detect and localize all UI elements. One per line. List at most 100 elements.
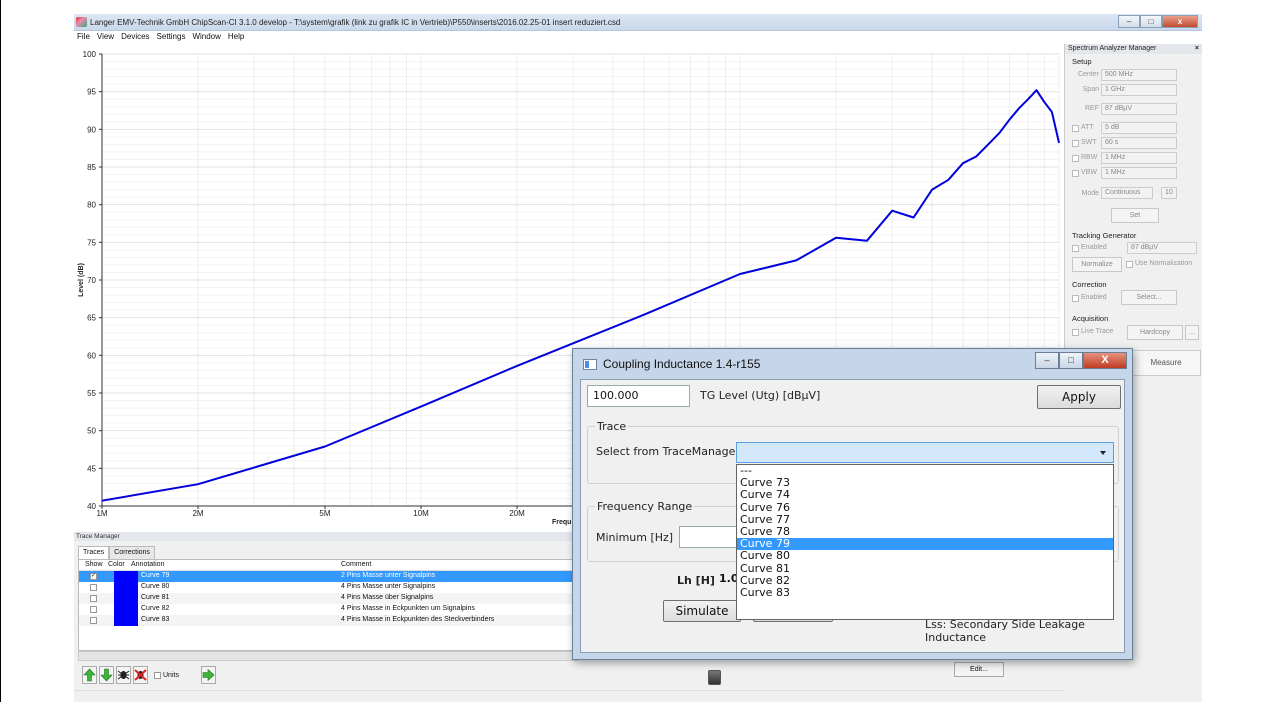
dropdown-option[interactable]: Curve 77 — [737, 513, 1113, 526]
tg-level-field[interactable]: 87 dBµV — [1127, 242, 1197, 254]
color-swatch[interactable] — [114, 615, 138, 626]
x-tick-label: 10M — [413, 509, 429, 518]
show-checkbox[interactable] — [90, 606, 97, 613]
units-checkbox[interactable] — [154, 671, 161, 679]
menu-file[interactable]: File — [77, 31, 90, 43]
y-tick-label: 70 — [87, 276, 96, 285]
vbw-field[interactable]: 1 MHz — [1101, 167, 1177, 179]
move-up-icon[interactable] — [82, 666, 97, 684]
color-swatch[interactable] — [114, 582, 138, 593]
mode-count-field[interactable]: 10 — [1161, 187, 1177, 199]
horizontal-scrollbar[interactable] — [78, 651, 578, 661]
menu-view[interactable]: View — [97, 31, 114, 43]
mode-select[interactable]: Continuous — [1101, 187, 1153, 199]
col-show[interactable]: Show — [85, 561, 103, 568]
center-field[interactable]: 500 MHz — [1101, 69, 1177, 81]
acquisition-heading: Acquisition — [1072, 314, 1109, 323]
rbw-field[interactable]: 1 MHz — [1101, 152, 1177, 164]
comment-cell: 2 Pins Masse unter Signalpins — [341, 572, 436, 579]
select-button[interactable]: Select... — [1121, 290, 1177, 305]
show-checkbox[interactable] — [90, 617, 97, 624]
tg-level-input[interactable]: 100.000 — [587, 385, 690, 407]
tracking-generator-heading: Tracking Generator — [1072, 231, 1137, 240]
remove-bug-icon[interactable] — [133, 666, 148, 684]
ref-field[interactable]: 87 dBµV — [1101, 103, 1177, 115]
correction-enabled-label: Enabled — [1081, 294, 1107, 301]
col-annotation[interactable]: Annotation — [131, 561, 164, 568]
dialog-minimize-button[interactable]: – — [1035, 352, 1059, 369]
y-tick-label: 85 — [87, 163, 96, 172]
minimize-button[interactable]: – — [1118, 15, 1140, 28]
live-trace-checkbox[interactable] — [1072, 329, 1079, 336]
swt-checkbox[interactable] — [1072, 140, 1079, 147]
dropdown-option[interactable]: Curve 79 — [737, 538, 1113, 551]
color-swatch[interactable] — [114, 571, 138, 582]
trash-icon[interactable] — [708, 670, 721, 685]
measure-button[interactable]: Measure — [1131, 350, 1201, 376]
close-button[interactable]: x — [1162, 15, 1198, 28]
dialog-close-button[interactable]: X — [1083, 352, 1127, 369]
y-tick-label: 65 — [87, 314, 96, 323]
set-button[interactable]: Set — [1111, 208, 1159, 223]
ref-label: REF — [1085, 105, 1099, 112]
color-swatch[interactable] — [114, 593, 138, 604]
move-down-icon[interactable] — [99, 666, 114, 684]
menu-settings[interactable]: Settings — [157, 31, 186, 43]
spectrum-analyzer-panel: Spectrum Analyzer Manager × Setup Center… — [1064, 44, 1202, 378]
tg-enabled-checkbox[interactable] — [1072, 245, 1079, 252]
dropdown-option[interactable]: Curve 83 — [737, 586, 1113, 599]
dropdown-option[interactable]: Curve 73 — [737, 477, 1113, 489]
show-checkbox[interactable]: ✓ — [90, 573, 97, 580]
simulate-button[interactable]: Simulate — [663, 600, 741, 622]
menu-help[interactable]: Help — [228, 31, 244, 43]
tab-corrections[interactable]: Corrections — [109, 546, 155, 559]
window-title: Langer EMV-Technik GmbH ChipScan-CI 3.1.… — [90, 18, 621, 27]
edit-button[interactable]: Edit... — [954, 662, 1004, 677]
dropdown-option[interactable]: Curve 74 — [737, 489, 1113, 501]
maximize-button[interactable]: □ — [1140, 15, 1162, 28]
swt-field[interactable]: 60 s — [1101, 137, 1177, 149]
y-axis-label: Level (dB) — [78, 263, 85, 297]
col-color[interactable]: Color — [108, 561, 125, 568]
panel-header: Spectrum Analyzer Manager × — [1065, 44, 1202, 54]
vbw-label: VBW — [1081, 169, 1097, 176]
dropdown-option[interactable]: Curve 80 — [737, 550, 1113, 562]
color-swatch[interactable] — [114, 604, 138, 615]
normalize-button[interactable]: Normalize — [1072, 257, 1122, 272]
bug-icon[interactable] — [116, 666, 131, 684]
att-checkbox[interactable] — [1072, 125, 1079, 132]
show-checkbox[interactable] — [90, 595, 97, 602]
trace-dropdown-list[interactable]: --- Curve 73 Curve 74 Curve 76 Curve 77 Curve… — [736, 464, 1114, 620]
vbw-checkbox[interactable] — [1072, 170, 1079, 177]
dropdown-option[interactable]: Curve 76 — [737, 501, 1113, 514]
rbw-label: RBW — [1081, 154, 1098, 161]
annotation-cell: Curve 80 — [141, 583, 170, 590]
panel-close-icon[interactable]: × — [1195, 44, 1199, 54]
use-normalization-checkbox[interactable] — [1126, 261, 1133, 268]
apply-button[interactable]: Apply — [1037, 385, 1121, 409]
col-comment[interactable]: Comment — [341, 561, 371, 568]
dropdown-option[interactable]: Curve 82 — [737, 574, 1113, 587]
menu-window[interactable]: Window — [192, 31, 220, 43]
y-tick-label: 90 — [87, 125, 96, 134]
tab-traces[interactable]: Traces — [78, 546, 110, 559]
lss-note: Lss: Secondary Side Leakage Inductance — [925, 618, 1085, 644]
att-field[interactable]: 5 dB — [1101, 122, 1177, 134]
trace-select-combobox[interactable] — [736, 442, 1114, 463]
arrow-right-icon[interactable] — [200, 666, 216, 684]
dialog-body: 100.000 TG Level (Utg) [dBµV] Apply Trac… — [580, 379, 1125, 653]
x-tick-label: 20M — [509, 509, 525, 518]
more-button[interactable]: ... — [1185, 325, 1199, 340]
menu-devices[interactable]: Devices — [121, 31, 149, 43]
dropdown-option[interactable]: --- — [737, 464, 1113, 477]
dropdown-option[interactable]: Curve 81 — [737, 562, 1113, 575]
show-checkbox[interactable] — [90, 584, 97, 591]
span-field[interactable]: 1 GHz — [1101, 84, 1177, 96]
units-toggle[interactable]: Units — [154, 671, 179, 679]
dialog-maximize-button[interactable]: □ — [1059, 352, 1083, 369]
rbw-checkbox[interactable] — [1072, 155, 1079, 162]
correction-enabled-checkbox[interactable] — [1072, 295, 1079, 302]
hardcopy-button[interactable]: Hardcopy — [1127, 325, 1183, 340]
x-axis-label: Frequ — [552, 519, 571, 526]
dropdown-option[interactable]: Curve 78 — [737, 525, 1113, 538]
